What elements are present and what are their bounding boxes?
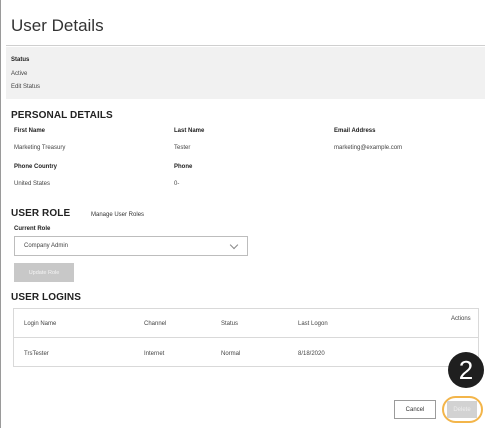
update-role-button[interactable]: Update Role bbox=[14, 263, 74, 282]
phone-label: Phone bbox=[174, 164, 193, 170]
phone-value: 0- bbox=[174, 181, 180, 187]
chevron-down-icon bbox=[229, 240, 239, 250]
personal-details-heading: PERSONAL DETAILS bbox=[11, 110, 113, 121]
user-role-heading: USER ROLE bbox=[11, 208, 71, 219]
user-logins-heading: USER LOGINS bbox=[11, 292, 81, 303]
current-role-select[interactable]: Company Admin bbox=[14, 236, 248, 256]
phone-country-value: United States bbox=[14, 181, 51, 187]
current-role-value: Company Admin bbox=[24, 243, 69, 249]
column-header-login-name: Login Name bbox=[24, 321, 57, 327]
first-name-value: Marketing Treasury bbox=[14, 145, 66, 151]
last-name-label: Last Name bbox=[174, 128, 205, 134]
column-header-actions: Actions bbox=[451, 316, 471, 322]
column-header-last-logon: Last Logon bbox=[298, 321, 328, 327]
last-name-value: Tester bbox=[174, 145, 191, 151]
delete-button[interactable]: Delete bbox=[447, 401, 477, 418]
column-header-status: Status bbox=[221, 321, 239, 327]
phone-country-label: Phone Country bbox=[14, 164, 57, 170]
current-role-label: Current Role bbox=[14, 226, 51, 232]
row-last-logon: 8/18/2020 bbox=[298, 351, 325, 357]
column-header-channel: Channel bbox=[144, 321, 167, 327]
first-name-label: First Name bbox=[14, 128, 46, 134]
page-title: User Details bbox=[11, 16, 104, 35]
status-panel bbox=[6, 47, 485, 99]
manage-user-roles-link[interactable]: Manage User Roles bbox=[91, 211, 144, 219]
title-divider bbox=[6, 45, 485, 46]
status-value: Active bbox=[11, 71, 28, 77]
row-login-name: TrsTester bbox=[24, 351, 49, 357]
status-label: Status bbox=[11, 57, 30, 63]
row-status: Normal bbox=[221, 351, 241, 357]
edit-status-link[interactable]: Edit Status bbox=[11, 83, 40, 91]
cancel-button[interactable]: Cancel bbox=[394, 400, 436, 419]
email-label: Email Address bbox=[334, 128, 376, 134]
step-callout-badge: 2 bbox=[448, 352, 484, 388]
email-value: marketing@example.com bbox=[334, 145, 403, 151]
table-row-separator bbox=[13, 337, 479, 338]
row-channel: Internet bbox=[144, 351, 165, 357]
